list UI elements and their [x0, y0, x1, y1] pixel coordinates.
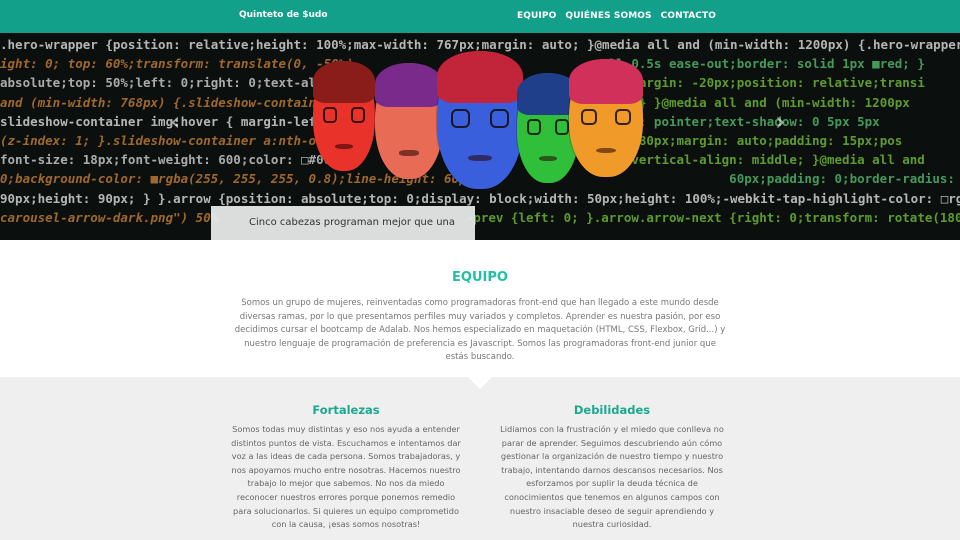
- nav-link-quienes-somos[interactable]: QUIÉNES SOMOS: [565, 11, 651, 21]
- face-blue: [437, 51, 523, 189]
- fortalezas-title: Fortalezas: [312, 403, 380, 417]
- equipo-title: EQUIPO: [452, 270, 508, 285]
- code-line: carousel-arrow-dark.png") 50% -prev {lef…: [0, 209, 960, 225]
- debilidades-text: Lidiamos con la frustración y el miedo q…: [500, 424, 724, 530]
- slide-caption-text: Cinco cabezas programan mejor que una: [249, 217, 456, 228]
- nav-links: EQUIPO QUIÉNES SOMOS CONTACTO: [517, 11, 716, 21]
- next-slide-arrow[interactable]: ›: [775, 107, 785, 137]
- debilidades-column: Debilidades Lidiamos con la frustración …: [497, 403, 727, 532]
- equipo-text: Somos un grupo de mujeres, reinventadas …: [234, 298, 726, 363]
- hero-slideshow: .hero-wrapper {position: relative;height…: [0, 33, 960, 240]
- prev-slide-arrow[interactable]: ‹: [170, 107, 180, 137]
- strengths-weaknesses-section: Fortalezas Somos todas muy distintas y e…: [0, 377, 960, 540]
- face-orange: [569, 59, 643, 177]
- section-divider-notch: [468, 377, 492, 389]
- hero-image: [305, 47, 650, 197]
- navbar: Quinteto de $udo EQUIPO QUIÉNES SOMOS CO…: [0, 0, 960, 33]
- brand-link[interactable]: Quinteto de $udo: [239, 10, 328, 20]
- fortalezas-column: Fortalezas Somos todas muy distintas y e…: [231, 403, 461, 532]
- fortalezas-text: Somos todas muy distintas y eso nos ayud…: [231, 424, 461, 530]
- nav-link-equipo[interactable]: EQUIPO: [517, 11, 556, 21]
- face-pink: [375, 63, 443, 179]
- slide-caption: Cinco cabezas programan mejor que una: [211, 206, 475, 240]
- equipo-section: EQUIPO Somos un grupo de mujeres, reinve…: [0, 240, 960, 377]
- face-red: [313, 61, 375, 171]
- debilidades-title: Debilidades: [573, 403, 651, 417]
- nav-link-contacto[interactable]: CONTACTO: [661, 11, 716, 21]
